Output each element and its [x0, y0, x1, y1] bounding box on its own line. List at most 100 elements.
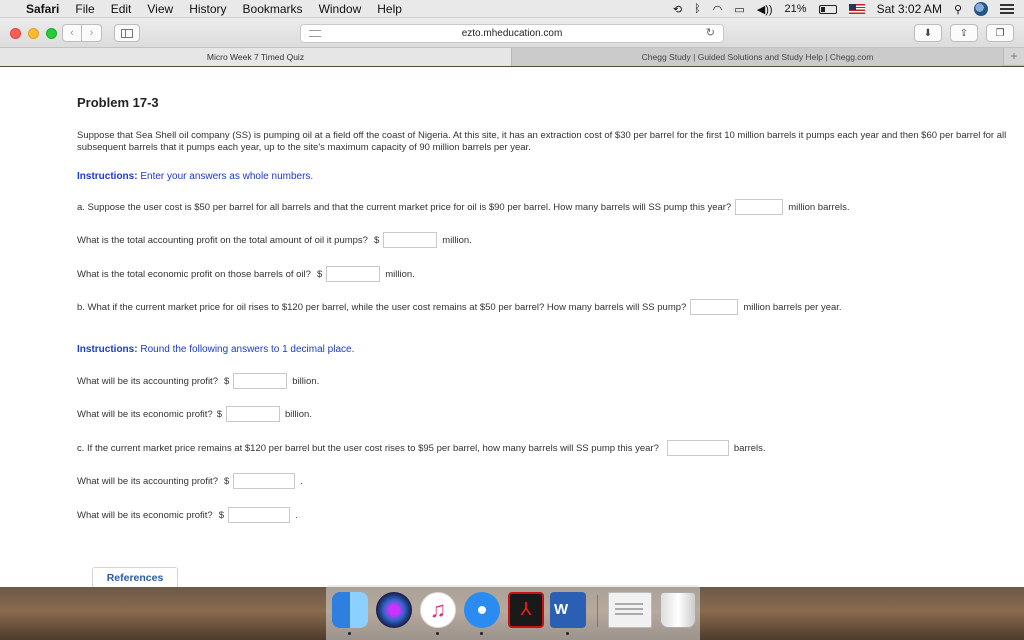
plus-icon: +	[1010, 49, 1018, 63]
question-b2: What will be its accounting profit? $ bi…	[77, 373, 319, 389]
problem-title: Problem 17-3	[77, 95, 159, 110]
menu-file[interactable]: File	[75, 2, 94, 16]
menu-clock[interactable]: Sat 3:02 AM	[877, 2, 942, 16]
answer-input-b1[interactable]	[690, 299, 739, 315]
question-c1: c. If the current market price remains a…	[77, 440, 766, 456]
tab-bar: Micro Week 7 Timed Quiz Chegg Study | Gu…	[0, 48, 1024, 66]
itunes-icon[interactable]: ♫	[420, 592, 456, 628]
instructions-whole-numbers: Instructions: Enter your answers as whol…	[77, 171, 313, 182]
airplay-icon[interactable]: ▭	[734, 3, 744, 16]
new-tab-button[interactable]: +	[1004, 48, 1024, 66]
address-url: ezto.mheducation.com	[461, 28, 563, 39]
chevron-left-icon: ‹	[70, 27, 74, 39]
safari-icon[interactable]	[464, 592, 500, 628]
window-controls	[10, 28, 57, 39]
dollar-sign: $	[223, 475, 230, 487]
unit-label: million.	[385, 268, 415, 280]
address-bar[interactable]: ezto.mheducation.com ↻	[300, 24, 724, 43]
word-letter: W	[554, 601, 569, 618]
dollar-sign: $	[223, 375, 230, 387]
reader-view-icon[interactable]	[309, 30, 321, 37]
acrobat-icon[interactable]: ⅄	[508, 592, 544, 628]
menu-help[interactable]: Help	[377, 2, 402, 16]
tabs-icon: ❐	[995, 27, 1005, 39]
input-source-flag-icon[interactable]	[848, 4, 865, 14]
problem-text: Suppose that Sea Shell oil company (SS) …	[77, 130, 1007, 153]
instructions-text: Round the following answers to 1 decimal…	[140, 344, 355, 355]
unit-label: million barrels.	[788, 201, 850, 213]
battery-icon[interactable]	[818, 4, 837, 14]
wifi-icon[interactable]: ◠	[713, 3, 723, 16]
preview-icon[interactable]	[608, 592, 652, 628]
siri-icon[interactable]	[376, 592, 412, 628]
unit-label: million.	[442, 234, 472, 246]
page-content: Problem 17-3 Suppose that Sea Shell oil …	[0, 67, 1024, 587]
minimize-window-button[interactable]	[28, 28, 39, 39]
battery-percent: 21%	[784, 3, 807, 15]
question-text: b. What if the current market price for …	[77, 301, 687, 313]
question-b1: b. What if the current market price for …	[77, 299, 842, 315]
question-text: c. If the current market price remains a…	[77, 442, 659, 454]
answer-input-b2[interactable]	[233, 373, 288, 389]
unit-label: million barrels per year.	[743, 301, 842, 313]
siri-menu-icon[interactable]	[974, 2, 988, 16]
menu-bookmarks[interactable]: Bookmarks	[243, 2, 303, 16]
sidebar-toggle-button[interactable]	[114, 24, 140, 42]
dock-separator	[597, 595, 598, 627]
nav-buttons: ‹ ›	[62, 24, 102, 42]
forward-button[interactable]: ›	[82, 24, 102, 42]
dock: ♫ ⅄ W	[326, 585, 700, 640]
question-text: What is the total economic profit on tho…	[77, 268, 311, 280]
browser-toolbar: ‹ › ezto.mheducation.com ↻ ⬇ ⇪ ❐	[0, 18, 1024, 48]
time-machine-icon[interactable]: ⟲	[673, 3, 682, 16]
menu-history[interactable]: History	[189, 2, 226, 16]
answer-input-a3[interactable]	[326, 266, 381, 282]
close-window-button[interactable]	[10, 28, 21, 39]
menu-window[interactable]: Window	[319, 2, 362, 16]
question-text: What is the total accounting profit on t…	[77, 234, 368, 246]
question-text: What will be its economic profit?	[77, 509, 213, 521]
downloads-button[interactable]: ⬇	[914, 24, 942, 42]
volume-icon[interactable]: ◀))	[757, 3, 773, 16]
finder-icon[interactable]	[332, 592, 368, 628]
spotlight-search-icon[interactable]: ⚲	[954, 3, 962, 16]
menu-safari[interactable]: Safari	[26, 2, 59, 16]
menu-view[interactable]: View	[147, 2, 173, 16]
reload-icon[interactable]: ↻	[706, 25, 715, 42]
menu-edit[interactable]: Edit	[111, 2, 132, 16]
download-icon: ⬇	[923, 27, 933, 39]
tab-overview-button[interactable]: ❐	[986, 24, 1014, 42]
references-tab[interactable]: References	[92, 567, 178, 587]
question-b3: What will be its economic profit? $ bill…	[77, 406, 312, 422]
tab-quiz[interactable]: Micro Week 7 Timed Quiz	[0, 48, 512, 66]
answer-input-a2[interactable]	[383, 232, 438, 248]
tab-chegg[interactable]: Chegg Study | Guided Solutions and Study…	[512, 48, 1004, 66]
answer-input-a1[interactable]	[735, 199, 784, 215]
unit-label: .	[300, 475, 303, 487]
running-indicator	[566, 632, 569, 635]
question-a3: What is the total economic profit on tho…	[77, 266, 415, 282]
answer-input-c3[interactable]	[228, 507, 290, 523]
share-icon: ⇪	[959, 27, 969, 39]
running-indicator	[436, 632, 439, 635]
question-a2: What is the total accounting profit on t…	[77, 232, 472, 248]
bluetooth-icon[interactable]: ᛒ	[694, 3, 701, 15]
instructions-label: Instructions:	[77, 344, 138, 355]
dollar-sign: $	[373, 234, 380, 246]
answer-input-c1[interactable]	[666, 440, 729, 456]
word-icon[interactable]: W	[550, 592, 586, 628]
dollar-sign: $	[216, 408, 222, 420]
instructions-one-decimal: Instructions: Round the following answer…	[77, 344, 354, 355]
share-button[interactable]: ⇪	[950, 24, 978, 42]
answer-input-c2[interactable]	[233, 473, 296, 489]
fullscreen-window-button[interactable]	[46, 28, 57, 39]
trash-icon[interactable]	[660, 592, 696, 628]
question-text: What will be its accounting profit?	[77, 375, 218, 387]
answer-input-b3[interactable]	[226, 406, 280, 422]
toolbar-right: ⬇ ⇪ ❐	[914, 24, 1014, 42]
back-button[interactable]: ‹	[62, 24, 82, 42]
instructions-label: Instructions:	[77, 171, 138, 182]
notification-center-icon[interactable]	[1000, 4, 1014, 14]
instructions-text: Enter your answers as whole numbers.	[140, 171, 314, 182]
unit-label: barrels.	[733, 442, 766, 454]
